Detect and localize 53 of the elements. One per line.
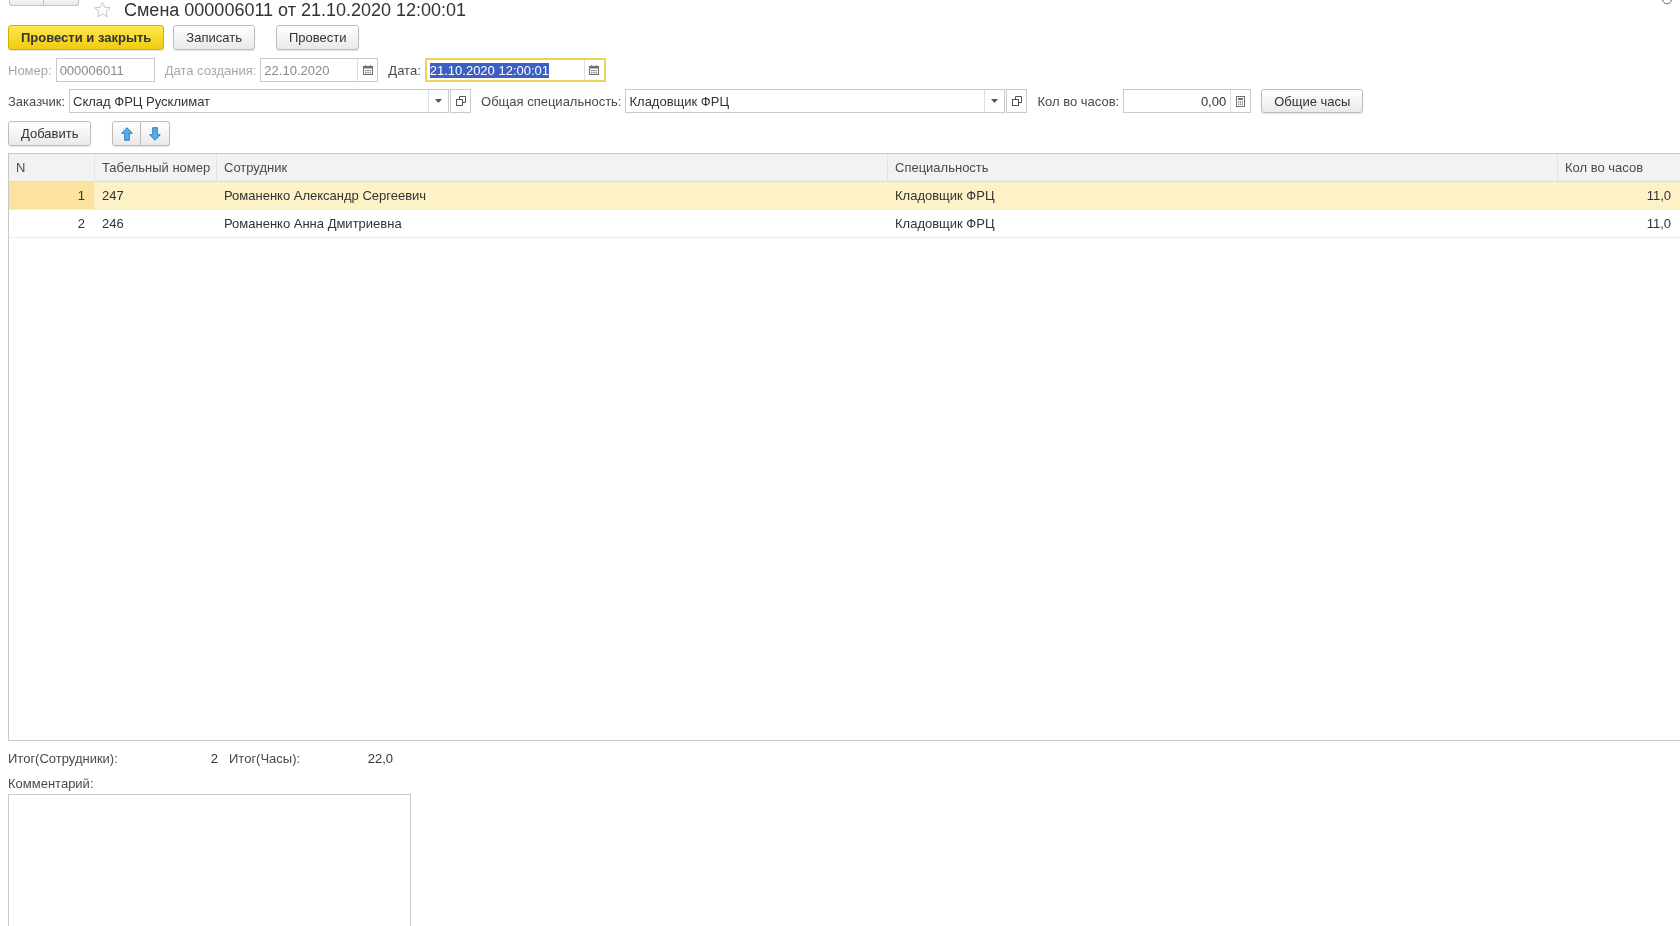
field-label: Номер:: [8, 62, 52, 78]
table-cell-text: 11,0: [1645, 215, 1672, 233]
calculator-icon: [1236, 95, 1246, 107]
table-cell-text: Кладовщик ФРЦ: [894, 187, 996, 205]
field-label: Дата создания:: [164, 62, 257, 78]
calendar-icon: [589, 65, 600, 75]
column-header[interactable]: Кол во часов: [1557, 154, 1680, 181]
open-button[interactable]: [450, 89, 471, 113]
select-field[interactable]: Кладовщик ФРЦ: [625, 89, 1006, 113]
table-cell-text: 247: [101, 187, 125, 205]
total-label: Итог(Часы):: [229, 751, 301, 766]
table-cell-text: 246: [101, 215, 125, 233]
number-field[interactable]: 0,00: [1123, 89, 1252, 113]
field-label: Заказчик:: [8, 93, 65, 109]
comment-label: Комментарий:: [8, 775, 94, 792]
field-label: Кол во часов:: [1037, 93, 1120, 109]
date-field[interactable]: 21.10.2020 12:00:01: [424, 58, 606, 82]
squares-icon: [455, 96, 466, 106]
table-row[interactable]: 2 246 Романенко Анна Дмитриевна Кладовщик ФРЦ 11,0: [9, 210, 1680, 238]
total-value: 22,0: [367, 751, 393, 766]
toolbar-button[interactable]: Записать: [173, 25, 255, 50]
comment-field[interactable]: [8, 794, 411, 926]
field-label: Дата:: [388, 62, 421, 78]
total-label: Итог(Сотрудники):: [8, 751, 118, 766]
caret-icon: [991, 99, 999, 103]
select-field[interactable]: Склад ФРЦ Русклимат: [69, 89, 449, 113]
table-cell: 1: [9, 182, 94, 209]
table-cell-text: Романенко Александр Сергеевич: [223, 187, 428, 205]
total-hours-button[interactable]: Общие часы: [1261, 89, 1364, 113]
table-cell-text: 11,0: [1645, 187, 1672, 205]
star-icon: [94, 2, 111, 18]
field-label: Общая специальность:: [481, 93, 622, 109]
table-cell-text: Кладовщик ФРЦ: [894, 215, 996, 233]
arrow-up-icon: [120, 126, 133, 141]
open-button[interactable]: [1006, 89, 1028, 113]
post-and-close-button[interactable]: Провести и закрыть: [8, 25, 165, 50]
toolbar-button[interactable]: Провести: [275, 25, 360, 50]
calendar-icon: [362, 65, 373, 75]
total-value: 2: [210, 751, 218, 766]
squares-icon: [1011, 96, 1022, 106]
column-header[interactable]: Табельный номер: [94, 154, 216, 181]
move-up-button[interactable]: [112, 121, 142, 146]
table-row[interactable]: 1 247 Романенко Александр Сергеевич Кладовщик ФРЦ 11,0: [9, 182, 1680, 210]
add-button[interactable]: Добавить: [8, 121, 92, 146]
column-header[interactable]: Специальность: [887, 154, 1557, 181]
column-header[interactable]: Сотрудник: [216, 154, 887, 181]
table-cell-text: Романенко Анна Дмитриевна: [223, 215, 403, 233]
caret-icon: [435, 99, 442, 103]
window-title: Смена 000006011 от 21.10.2020 12:00:01: [124, 0, 467, 21]
table-cell-text: 2: [76, 215, 86, 233]
column-header[interactable]: N: [9, 154, 94, 181]
arrow-down-icon: [149, 126, 162, 141]
move-down-button[interactable]: [141, 121, 171, 146]
